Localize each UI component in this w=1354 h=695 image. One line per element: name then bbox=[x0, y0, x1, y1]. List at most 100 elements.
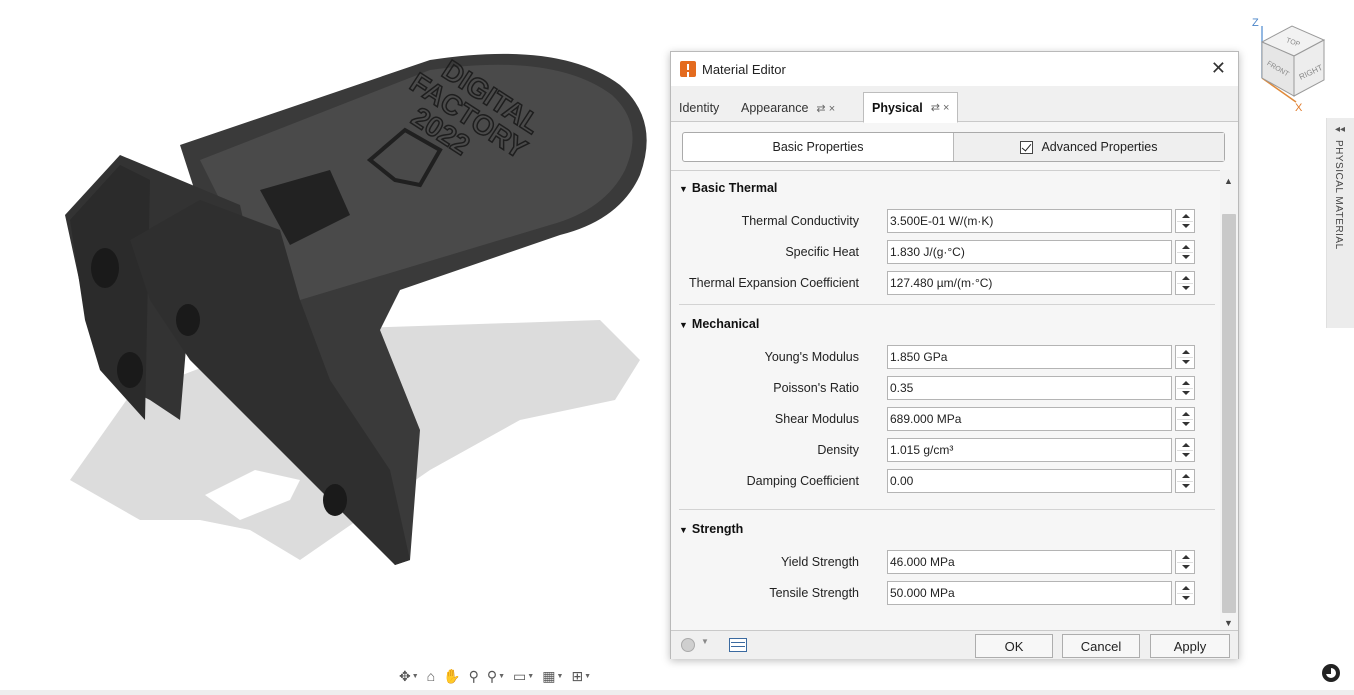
advanced-properties-label: Advanced Properties bbox=[1041, 140, 1158, 154]
property-value-field[interactable]: 1.850 GPa bbox=[887, 345, 1172, 369]
section-header[interactable]: ▼ Strength bbox=[679, 522, 743, 536]
section-title: Strength bbox=[691, 522, 744, 536]
scroll-thumb[interactable] bbox=[1222, 214, 1236, 613]
dialog-footer: ▼ OK Cancel Apply bbox=[671, 630, 1238, 659]
view-cube[interactable]: Z X TOP FRONT RIGHT bbox=[1248, 12, 1338, 112]
property-value-field[interactable]: 689.000 MPa bbox=[887, 407, 1172, 431]
value-spinner[interactable] bbox=[1175, 438, 1195, 462]
orbit-icon: ✥ bbox=[399, 667, 411, 684]
value-spinner[interactable] bbox=[1175, 376, 1195, 400]
advanced-properties-button[interactable]: Advanced Properties bbox=[953, 133, 1224, 161]
chevron-down-icon[interactable]: ▼ bbox=[412, 673, 419, 680]
expand-arrows-icon[interactable]: ◂◂ bbox=[1335, 124, 1345, 135]
collapse-triangle-icon[interactable]: ▼ bbox=[679, 320, 688, 330]
dialog-titlebar[interactable]: Material Editor ✕ bbox=[671, 52, 1238, 86]
side-panel-label: PHYSICAL MATERIAL bbox=[1333, 140, 1344, 250]
section-header[interactable]: ▼ Mechanical bbox=[679, 317, 759, 331]
tab-label: Appearance bbox=[741, 101, 809, 115]
value-spinner[interactable] bbox=[1175, 271, 1195, 295]
zoom-window-icon: ⚲ bbox=[486, 667, 498, 684]
chevron-down-icon[interactable]: ▼ bbox=[584, 673, 591, 680]
model-hole bbox=[91, 248, 119, 288]
axis-x-label: X bbox=[1295, 102, 1303, 112]
display-settings-icon: ▭ bbox=[513, 667, 527, 684]
value-spinner[interactable] bbox=[1175, 240, 1195, 264]
pan-button[interactable]: ✋ bbox=[440, 665, 463, 687]
viewports-button[interactable]: ⊞ ▼ bbox=[568, 665, 594, 687]
property-value-field[interactable]: 50.000 MPa bbox=[887, 581, 1172, 605]
model-hole bbox=[117, 352, 143, 388]
zoom-window-button[interactable]: ⚲ ▼ bbox=[484, 665, 508, 687]
scroll-down-icon[interactable]: ▼ bbox=[1224, 618, 1233, 628]
section-title: Mechanical bbox=[691, 317, 760, 331]
chevron-down-icon[interactable]: ▼ bbox=[556, 673, 563, 680]
property-label: Yield Strength bbox=[780, 555, 859, 569]
tab-physical[interactable]: Physical ⇄ × bbox=[863, 92, 959, 123]
look-at-button[interactable]: ⌂ bbox=[424, 665, 438, 687]
physical-material-panel-tab[interactable]: ◂◂ PHYSICAL MATERIAL bbox=[1326, 118, 1354, 328]
close-button[interactable]: ✕ bbox=[1211, 58, 1226, 79]
scroll-up-icon[interactable]: ▲ bbox=[1224, 176, 1233, 186]
cancel-button[interactable]: Cancel bbox=[1062, 634, 1140, 658]
swap-close-icons[interactable]: ⇄ × bbox=[816, 102, 835, 115]
property-value-field[interactable]: 0.35 bbox=[887, 376, 1172, 400]
orbit-button[interactable]: ✥ ▼ bbox=[396, 665, 422, 687]
apply-button[interactable]: Apply bbox=[1150, 634, 1230, 658]
section-title: Basic Thermal bbox=[691, 181, 778, 195]
tab-label: Physical bbox=[872, 100, 923, 115]
axis-z-label: Z bbox=[1252, 17, 1259, 29]
look-at-icon: ⌂ bbox=[426, 668, 436, 684]
value-spinner[interactable] bbox=[1175, 345, 1195, 369]
property-label: Young's Modulus bbox=[764, 350, 859, 364]
model-hole bbox=[323, 484, 347, 516]
tab-appearance[interactable]: Appearance ⇄ × bbox=[741, 94, 835, 122]
material-options-icon[interactable] bbox=[681, 638, 695, 652]
chevron-down-icon[interactable]: ▼ bbox=[498, 673, 505, 680]
advanced-properties-checkbox[interactable] bbox=[1020, 140, 1034, 154]
property-label: Specific Heat bbox=[785, 245, 859, 259]
property-value-field[interactable]: 1.830 J/(g·°C) bbox=[887, 240, 1172, 264]
tab-identity[interactable]: Identity bbox=[679, 94, 719, 122]
bottom-strip bbox=[0, 690, 1354, 695]
section-header[interactable]: ▼ Basic Thermal bbox=[679, 181, 777, 195]
property-label: Thermal Expansion Coefficient bbox=[689, 276, 859, 290]
value-spinner[interactable] bbox=[1175, 407, 1195, 431]
collapse-triangle-icon[interactable]: ▼ bbox=[679, 184, 688, 194]
property-label: Shear Modulus bbox=[774, 412, 859, 426]
chevron-down-icon[interactable]: ▼ bbox=[527, 673, 534, 680]
property-value-field[interactable]: 127.480 µm/(m·°C) bbox=[887, 271, 1172, 295]
ok-button[interactable]: OK bbox=[975, 634, 1053, 658]
properties-toggle: Basic Properties Advanced Properties bbox=[682, 132, 1225, 162]
material-editor-dialog: Material Editor ✕ Identity Appearance ⇄ … bbox=[670, 51, 1239, 659]
property-value-field[interactable]: 46.000 MPa bbox=[887, 550, 1172, 574]
property-value-field[interactable]: 1.015 g/cm³ bbox=[887, 438, 1172, 462]
navigation-toolbar: ✥ ▼ ⌂ ✋ ⚲ ⚲ ▼ ▭ ▼ ▦ ▼ ⊞ ▼ bbox=[396, 664, 594, 688]
tab-bar: Identity Appearance ⇄ × Physical ⇄ × bbox=[671, 86, 1238, 123]
dialog-title: Material Editor bbox=[702, 61, 786, 77]
value-spinner[interactable] bbox=[1175, 209, 1195, 233]
collapse-triangle-icon[interactable]: ▼ bbox=[679, 525, 688, 535]
property-label: Thermal Conductivity bbox=[741, 214, 859, 228]
model-hole bbox=[176, 304, 200, 336]
status-icon[interactable] bbox=[1322, 664, 1340, 682]
section-divider bbox=[679, 304, 1215, 305]
model-3d[interactable]: DIGITAL FACTORY 2022 bbox=[0, 0, 665, 660]
material-browser-icon[interactable] bbox=[729, 638, 747, 652]
basic-properties-button[interactable]: Basic Properties bbox=[683, 133, 953, 161]
zoom-button[interactable]: ⚲ bbox=[466, 665, 482, 687]
chevron-down-icon[interactable]: ▼ bbox=[701, 637, 709, 646]
grid-button[interactable]: ▦ ▼ bbox=[539, 665, 566, 687]
tab-label: Identity bbox=[679, 101, 720, 115]
value-spinner[interactable] bbox=[1175, 469, 1195, 493]
vertical-scrollbar[interactable]: ▲ ▼ bbox=[1220, 170, 1238, 630]
property-value-field[interactable]: 3.500E-01 W/(m·K) bbox=[887, 209, 1172, 233]
zoom-icon: ⚲ bbox=[468, 667, 479, 684]
property-value-field[interactable]: 0.00 bbox=[887, 469, 1172, 493]
swap-close-icons[interactable]: ⇄ × bbox=[931, 101, 950, 114]
property-label: Tensile Strength bbox=[769, 586, 859, 600]
property-label: Density bbox=[817, 443, 859, 457]
value-spinner[interactable] bbox=[1175, 550, 1195, 574]
value-spinner[interactable] bbox=[1175, 581, 1195, 605]
display-settings-button[interactable]: ▭ ▼ bbox=[510, 665, 537, 687]
properties-panel: ▼ Basic Thermal Thermal Conductivity 3.500E… bbox=[671, 170, 1220, 630]
